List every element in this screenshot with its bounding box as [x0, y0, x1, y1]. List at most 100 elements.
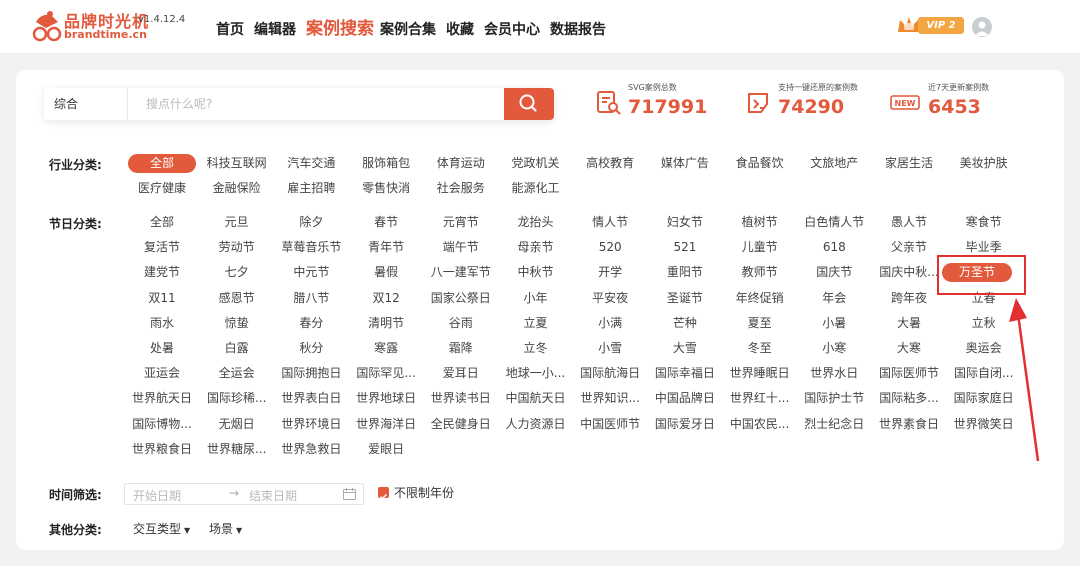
filter-tag[interactable]: 白露 [203, 339, 271, 358]
filter-tag[interactable]: 平安夜 [576, 289, 644, 308]
filter-tag[interactable]: 科技互联网 [203, 154, 271, 173]
brand-logo[interactable]: 品牌时光机 v1.4.12.4 brandtime.cn [30, 6, 210, 46]
filter-tag[interactable]: 除夕 [277, 213, 345, 232]
filter-tag[interactable]: 劳动节 [203, 238, 271, 257]
filter-tag[interactable]: 服饰箱包 [352, 154, 420, 173]
filter-tag[interactable]: 家居生活 [875, 154, 943, 173]
filter-tag[interactable]: 小暑 [800, 314, 868, 333]
filter-tag[interactable]: 世界知识... [576, 389, 644, 408]
nav-home[interactable]: 首页 [216, 19, 244, 39]
filter-tag[interactable]: 寒露 [352, 339, 420, 358]
filter-tag[interactable]: 重阳节 [651, 263, 719, 282]
filter-tag[interactable]: 高校教育 [576, 154, 644, 173]
filter-tag[interactable]: 年会 [800, 289, 868, 308]
filter-tag[interactable]: 世界海洋日 [352, 415, 420, 434]
filter-tag[interactable]: 618 [800, 238, 868, 257]
filter-tag[interactable]: 媒体广告 [651, 154, 719, 173]
filter-tag[interactable]: 大寒 [875, 339, 943, 358]
filter-tag[interactable]: 教师节 [726, 263, 794, 282]
filter-tag[interactable]: 社会服务 [427, 179, 495, 198]
filter-tag[interactable]: 全运会 [203, 364, 271, 383]
filter-tag[interactable]: 体育运动 [427, 154, 495, 173]
filter-tag[interactable]: 国际粘多... [875, 389, 943, 408]
filter-tag[interactable]: 圣诞节 [651, 289, 719, 308]
filter-tag[interactable]: 全民健身日 [427, 415, 495, 434]
filter-tag[interactable]: 建党节 [128, 263, 196, 282]
filter-tag[interactable]: 党政机关 [502, 154, 570, 173]
filter-tag[interactable]: 惊蛰 [203, 314, 271, 333]
filter-tag[interactable]: 国际爱牙日 [651, 415, 719, 434]
filter-tag[interactable]: 暑假 [352, 263, 420, 282]
filter-tag[interactable]: 爱耳日 [427, 364, 495, 383]
filter-tag[interactable]: 植树节 [726, 213, 794, 232]
filter-tag[interactable]: 世界睡眠日 [726, 364, 794, 383]
avatar[interactable] [972, 17, 992, 37]
filter-tag[interactable]: 八一建军节 [427, 263, 495, 282]
unlimited-year-checkbox[interactable] [378, 487, 389, 500]
filter-tag[interactable]: 感恩节 [203, 289, 271, 308]
filter-tag[interactable]: 大暑 [875, 314, 943, 333]
filter-tag[interactable]: 端午节 [427, 238, 495, 257]
nav-case-search[interactable]: 案例搜索 [306, 14, 374, 39]
nav-editor[interactable]: 编辑器 [254, 19, 296, 39]
filter-tag[interactable]: 世界航天日 [128, 389, 196, 408]
filter-tag[interactable]: 儿童节 [726, 238, 794, 257]
interaction-type-dropdown[interactable]: 交互类型 ▼ [133, 520, 190, 537]
filter-tag[interactable]: 妇女节 [651, 213, 719, 232]
filter-tag[interactable]: 国庆节 [800, 263, 868, 282]
filter-tag[interactable]: 清明节 [352, 314, 420, 333]
filter-tag[interactable]: 霜降 [427, 339, 495, 358]
filter-tag[interactable]: 元宵节 [427, 213, 495, 232]
filter-tag[interactable]: 国际航海日 [576, 364, 644, 383]
filter-tag[interactable]: 复活节 [128, 238, 196, 257]
filter-tag[interactable]: 世界环境日 [277, 415, 345, 434]
filter-tag[interactable]: 人力资源日 [502, 415, 570, 434]
filter-tag[interactable]: 世界表白日 [277, 389, 345, 408]
filter-tag[interactable]: 世界读书日 [427, 389, 495, 408]
filter-tag[interactable]: 世界地球日 [352, 389, 420, 408]
filter-tag[interactable]: 国际幸福日 [651, 364, 719, 383]
filter-tag[interactable]: 开学 [576, 263, 644, 282]
filter-tag[interactable]: 雨水 [128, 314, 196, 333]
filter-tag[interactable]: 小满 [576, 314, 644, 333]
filter-tag[interactable]: 无烟日 [203, 415, 271, 434]
filter-tag[interactable]: 雇主招聘 [277, 179, 345, 198]
filter-tag[interactable]: 地球一小... [502, 364, 570, 383]
filter-tag[interactable]: 中国医师节 [576, 415, 644, 434]
filter-tag[interactable]: 全部 [128, 213, 196, 232]
nav-collections[interactable]: 案例合集 [380, 19, 436, 39]
filter-tag[interactable]: 世界素食日 [875, 415, 943, 434]
filter-tag[interactable]: 世界红十... [726, 389, 794, 408]
filter-tag[interactable]: 腊八节 [277, 289, 345, 308]
nav-member-center[interactable]: 会员中心 [484, 19, 540, 39]
filter-tag[interactable]: 金融保险 [203, 179, 271, 198]
filter-tag[interactable]: 夏至 [726, 314, 794, 333]
filter-tag[interactable]: 爱眼日 [352, 440, 420, 459]
filter-tag[interactable]: 520 [576, 238, 644, 257]
filter-tag[interactable]: 国家公祭日 [427, 289, 495, 308]
filter-tag[interactable]: 小雪 [576, 339, 644, 358]
filter-tag[interactable]: 谷雨 [427, 314, 495, 333]
filter-tag[interactable]: 世界水日 [800, 364, 868, 383]
filter-tag[interactable]: 立冬 [502, 339, 570, 358]
filter-tag[interactable]: 春节 [352, 213, 420, 232]
filter-tag[interactable]: 世界粮食日 [128, 440, 196, 459]
filter-tag[interactable]: 大雪 [651, 339, 719, 358]
filter-tag[interactable]: 国际珍稀... [203, 389, 271, 408]
filter-tag[interactable]: 处暑 [128, 339, 196, 358]
filter-tag[interactable]: 文旅地产 [800, 154, 868, 173]
filter-tag[interactable]: 能源化工 [502, 179, 570, 198]
filter-tag[interactable]: 世界急救日 [277, 440, 345, 459]
filter-tag[interactable]: 汽车交通 [277, 154, 345, 173]
filter-tag[interactable]: 小寒 [800, 339, 868, 358]
filter-tag[interactable]: 芒种 [651, 314, 719, 333]
filter-tag[interactable]: 中元节 [277, 263, 345, 282]
vip-badge[interactable]: VIP 2 [896, 14, 966, 36]
filter-tag[interactable]: 国际罕见... [352, 364, 420, 383]
filter-tag[interactable]: 零售快消 [352, 179, 420, 198]
filter-tag[interactable]: 中国品牌日 [651, 389, 719, 408]
filter-tag[interactable]: 龙抬头 [502, 213, 570, 232]
filter-tag[interactable]: 国际博物... [128, 415, 196, 434]
search-button[interactable] [504, 88, 554, 120]
filter-tag[interactable]: 世界糖尿... [203, 440, 271, 459]
